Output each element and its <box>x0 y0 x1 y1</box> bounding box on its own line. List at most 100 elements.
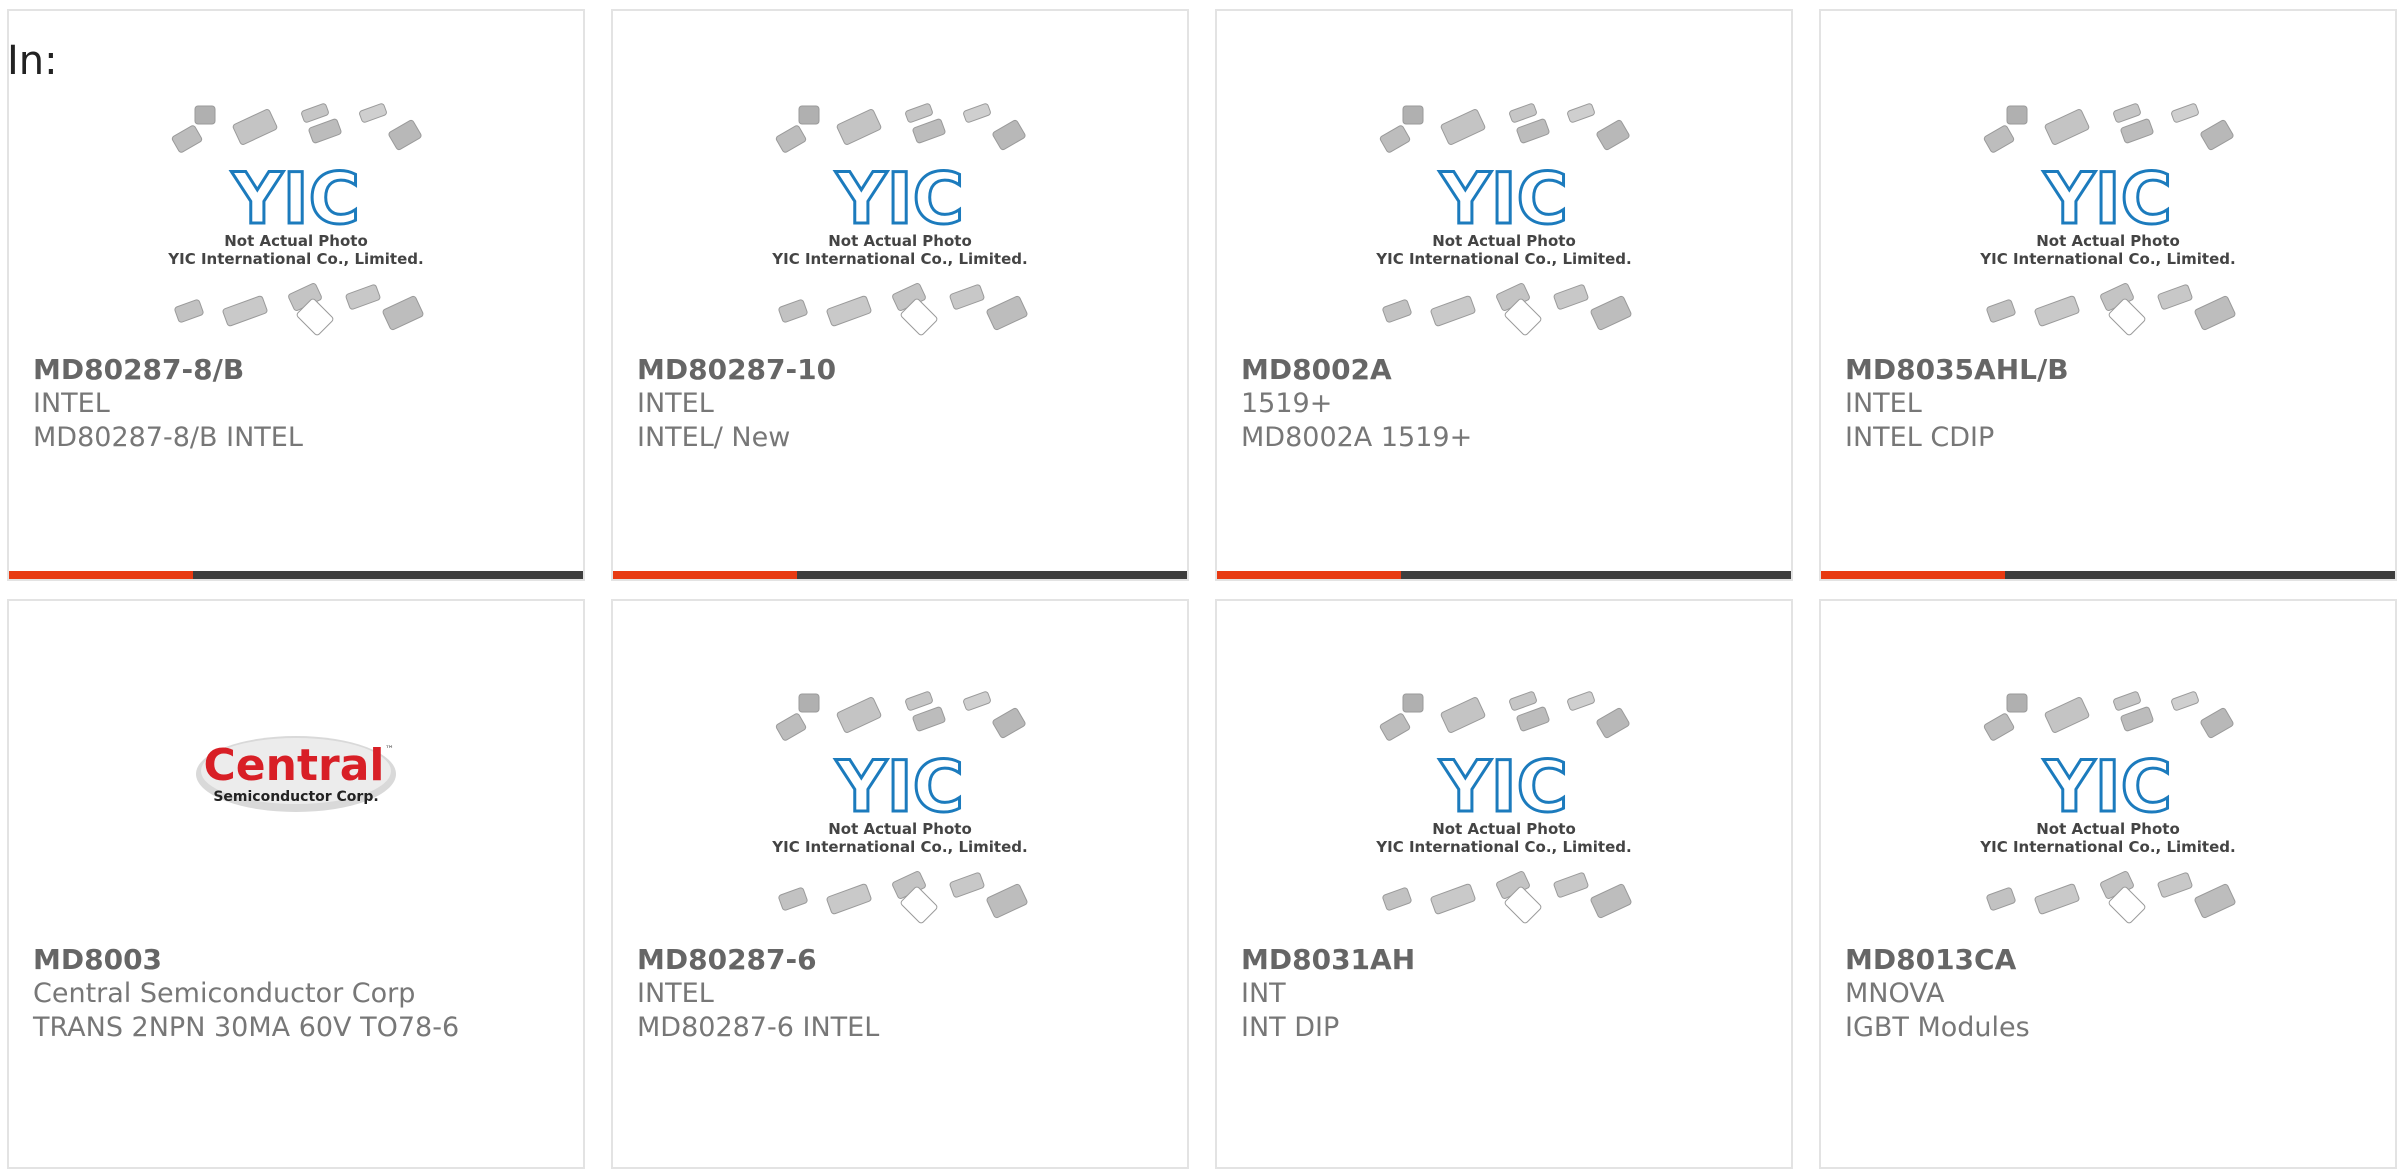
manufacturer: INTEL <box>637 978 714 1009</box>
chip-icon <box>1590 295 1632 331</box>
chip-icon <box>308 118 342 144</box>
chip-icon <box>1379 125 1411 153</box>
chip-icon <box>798 105 820 125</box>
progress-bar <box>1217 571 1791 579</box>
not-actual-photo-text: Not Actual Photo <box>2036 232 2180 250</box>
svg-text:Central: Central <box>204 740 385 791</box>
yic-logo: YIC <box>835 158 964 240</box>
description: IGBT Modules <box>1845 1012 2030 1043</box>
part-number[interactable]: MD8002A <box>1241 353 1781 387</box>
manufacturer-logo[interactable]: Central ™ Semiconductor Corp. <box>9 689 583 939</box>
manufacturer: INTEL <box>637 388 714 419</box>
yic-logo: YIC <box>231 158 360 240</box>
product-card[interactable]: Central ™ Semiconductor Corp. MD8003 Cen… <box>7 599 585 1169</box>
not-actual-photo-text: Not Actual Photo <box>828 232 972 250</box>
chip-icon <box>232 109 278 145</box>
chip-icon <box>963 103 991 123</box>
chip-icon <box>388 119 422 151</box>
not-actual-photo-text: Not Actual Photo <box>1432 232 1576 250</box>
product-photo[interactable]: YIC Not Actual Photo YIC International Co.… <box>613 689 1187 939</box>
chip-icon <box>2171 691 2199 711</box>
yic-company-text: YIC International Co., Limited. <box>167 250 423 268</box>
product-card[interactable]: YIC Not Actual Photo YIC International Co.… <box>1819 9 2397 581</box>
progress-bar-fill <box>1217 571 1401 579</box>
chip-icon <box>1382 299 1412 323</box>
chip-icon <box>826 883 872 915</box>
chip-icon <box>1983 125 2015 153</box>
manufacturer: INTEL <box>33 388 110 419</box>
yic-logo: YIC <box>1439 158 1568 240</box>
chip-icon <box>171 125 203 153</box>
chip-icon <box>826 295 872 327</box>
manufacturer: INT <box>1241 978 1286 1009</box>
part-number[interactable]: MD80287-6 <box>637 943 1177 977</box>
part-number[interactable]: MD8003 <box>33 943 573 977</box>
part-number[interactable]: MD8035AHL/B <box>1845 353 2385 387</box>
chip-icon <box>2120 706 2154 732</box>
product-card[interactable]: YIC Not Actual Photo YIC International Co.… <box>611 599 1189 1169</box>
part-number[interactable]: MD8013CA <box>1845 943 2385 977</box>
manufacturer: 1519+ <box>1241 388 1333 419</box>
yic-company-text: YIC International Co., Limited. <box>1979 838 2235 856</box>
not-actual-photo-text: Not Actual Photo <box>1432 820 1576 838</box>
yic-company-text: YIC International Co., Limited. <box>1979 250 2235 268</box>
product-card[interactable]: YIC Not Actual Photo YIC International Co.… <box>1215 599 1793 1169</box>
chip-icon <box>222 295 268 327</box>
chip-icon <box>2044 109 2090 145</box>
product-photo[interactable]: YIC Not Actual Photo YIC International Co.… <box>1821 689 2395 939</box>
chip-icon <box>1430 295 1476 327</box>
chip-icon <box>2006 693 2028 713</box>
product-card[interactable]: YIC Not Actual Photo YIC International Co.… <box>611 9 1189 581</box>
product-photo[interactable]: YIC Not Actual Photo YIC International Co.… <box>1821 101 2395 351</box>
chip-icon <box>1382 887 1412 911</box>
chip-icon <box>1379 713 1411 741</box>
chip-icon <box>2113 103 2141 123</box>
chip-icon <box>301 103 329 123</box>
yic-placeholder-image: YICNot Actual PhotoYIC International Co.… <box>167 103 424 336</box>
description: TRANS 2NPN 30MA 60V TO78-6 <box>33 1012 460 1043</box>
chip-icon <box>912 118 946 144</box>
chip-icon <box>2120 118 2154 144</box>
chip-icon <box>1553 284 1589 310</box>
product-card[interactable]: YIC Not Actual Photo YIC International Co.… <box>1819 599 2397 1169</box>
yic-logo: YIC <box>2043 746 2172 828</box>
yic-company-text: YIC International Co., Limited. <box>1375 250 1631 268</box>
product-photo[interactable]: YIC Not Actual Photo YIC International Co.… <box>1217 101 1791 351</box>
description: INT DIP <box>1241 1012 1340 1043</box>
chip-icon <box>2194 883 2236 919</box>
yic-company-text: YIC International Co., Limited. <box>771 250 1027 268</box>
yic-placeholder-image: YICNot Actual PhotoYIC International Co.… <box>771 691 1028 924</box>
chip-icon <box>2034 883 2080 915</box>
product-photo[interactable]: YIC Not Actual Photo YIC International Co.… <box>613 101 1187 351</box>
product-card[interactable]: YIC Not Actual Photo YIC International Co.… <box>7 9 585 581</box>
description: MD8002A 1519+ <box>1241 422 1473 453</box>
chip-icon <box>1590 883 1632 919</box>
chip-icon <box>912 706 946 732</box>
yic-logo: YIC <box>2043 158 2172 240</box>
central-semiconductor-logo: Central ™ Semiconductor Corp. <box>196 736 396 812</box>
part-number[interactable]: MD8031AH <box>1241 943 1781 977</box>
part-number[interactable]: MD80287-10 <box>637 353 1177 387</box>
chip-icon <box>1986 887 2016 911</box>
yic-placeholder-image: YICNot Actual PhotoYIC International Co.… <box>1375 691 1632 924</box>
manufacturer: MNOVA <box>1845 978 1945 1009</box>
chip-icon <box>986 295 1028 331</box>
chip-icon <box>1553 872 1589 898</box>
chip-icon <box>775 125 807 153</box>
chip-icon <box>2034 295 2080 327</box>
product-photo[interactable]: YIC Not Actual Photo YIC International Co.… <box>1217 689 1791 939</box>
chip-icon <box>2044 697 2090 733</box>
description: MD80287-8/B INTEL <box>33 422 303 453</box>
chip-icon <box>2194 295 2236 331</box>
chip-icon <box>345 284 381 310</box>
yic-logo: YIC <box>835 746 964 828</box>
chip-icon <box>2171 103 2199 123</box>
yic-placeholder-image: YICNot Actual PhotoYIC International Co.… <box>1375 103 1632 336</box>
part-number[interactable]: MD80287-8/B <box>33 353 573 387</box>
chip-icon <box>1567 691 1595 711</box>
product-card[interactable]: YIC Not Actual Photo YIC International Co.… <box>1215 9 1793 581</box>
chip-icon <box>359 103 387 123</box>
chip-icon <box>949 872 985 898</box>
progress-bar-fill <box>1821 571 2005 579</box>
product-photo[interactable]: YIC Not Actual Photo YIC International Co.… <box>9 101 583 351</box>
